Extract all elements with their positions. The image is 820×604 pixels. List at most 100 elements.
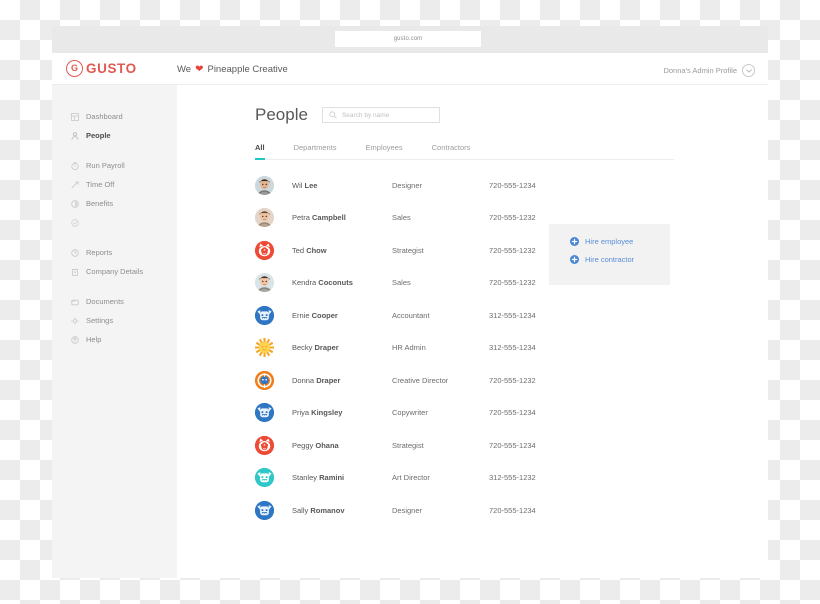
avatar [255,370,274,390]
table-row[interactable]: Priya Kingsley Copywriter 720-555-1234 [255,397,674,430]
person-name: Sally Romanov [292,505,345,515]
sidebar-item-label: Help [86,335,102,344]
avatar [255,175,274,195]
sidebar-group-main: Dashboard People [52,107,177,145]
hire-employee-button[interactable]: Hire employee [570,237,670,246]
sidebar-item-label: Reports [86,248,113,257]
benefits-icon [70,199,79,208]
sidebar-item-dashboard[interactable]: Dashboard [52,107,177,126]
sidebar-item-label: Time Off [86,180,115,189]
browser-chrome-bar: gusto.com [52,26,768,53]
gusto-logo[interactable]: G GUSTO [66,60,137,77]
table-row[interactable]: Wil Lee Designer 720-555-1234 [255,169,674,202]
person-role: Designer [392,180,423,190]
sidebar-item-reports[interactable]: Reports [52,243,177,262]
person-role: Strategist [392,440,424,450]
person-role: Strategist [392,245,424,255]
person-name: Donna Draper [292,375,341,385]
heart-icon: ❤ [195,63,204,75]
person-icon [70,131,79,140]
search-placeholder: Search by name [341,111,390,119]
person-name: Stanley Ramini [292,473,345,483]
table-row[interactable]: Donna Draper Creative Director 720-555-123… [255,364,674,397]
avatar [255,273,274,293]
person-name: Wil Lee [292,180,318,190]
sidebar-group-payroll: Run Payroll Time Off Benefits [52,156,177,232]
person-role: Designer [392,505,423,515]
sidebar-item-extra[interactable] [52,213,177,232]
sidebar-item-label: Benefits [86,199,114,208]
avatar [255,468,274,488]
avatar [255,500,274,520]
company-banner: We ❤ Pineapple Creative [177,64,288,75]
avatar [255,240,274,260]
dashboard-icon [70,112,79,121]
url-bar[interactable]: gusto.com [335,31,481,47]
company-prefix: We [177,64,192,75]
sidebar-item-label: Company Details [86,267,144,276]
sidebar-item-help[interactable]: Help [52,330,177,349]
app-body: Dashboard People Run Payroll Time Off Be… [52,85,768,578]
time-off-icon [70,180,79,189]
person-name: Ted Chow [292,245,327,255]
table-row[interactable]: Ernie Cooper Accountant 312-555-1234 [255,299,674,332]
hire-contractor-label: Hire contractor [585,255,635,264]
sidebar-item-label: Settings [86,316,114,325]
person-phone: 720-555-1234 [489,440,536,450]
search-input[interactable]: Search by name [321,107,440,123]
person-phone: 720-555-1234 [489,408,536,418]
person-role: Accountant [392,310,430,320]
sidebar-item-time-off[interactable]: Time Off [52,175,177,194]
sidebar-group-misc: Documents Settings Help [52,292,177,349]
person-phone: 312-555-1234 [489,343,536,353]
payroll-icon [70,161,79,170]
tab-employees[interactable]: Employees [366,143,403,160]
people-list: Wil Lee Designer 720-555-1234 Petra Campbel… [255,169,674,527]
people-tabs: All Departments Employees Contractors [255,143,674,160]
sidebar-item-settings[interactable]: Settings [52,311,177,330]
sidebar-item-label: Run Payroll [86,161,125,170]
tab-contractors[interactable]: Contractors [432,143,471,160]
avatar [255,403,274,423]
avatar [255,208,274,228]
person-name: Petra Campbell [292,213,346,223]
company-name: Pineapple Creative [207,64,288,75]
sidebar-item-people[interactable]: People [52,126,177,145]
sidebar-item-documents[interactable]: Documents [52,292,177,311]
avatar [255,435,274,455]
table-row[interactable]: Stanley Ramini Art Director 312-555-1232 [255,462,674,495]
person-phone: 312-555-1232 [489,473,536,483]
hire-contractor-button[interactable]: Hire contractor [570,255,670,264]
plus-circle-icon [570,255,579,264]
person-role: Sales [392,278,411,288]
admin-profile-menu[interactable]: Donna's Admin Profile [663,64,755,77]
chevron-down-icon [742,64,755,77]
tab-all[interactable]: All [255,143,265,160]
table-row[interactable]: Sally Romanov Designer 720-555-1234 [255,494,674,527]
person-phone: 312-555-1234 [489,310,536,320]
sidebar-item-run-payroll[interactable]: Run Payroll [52,156,177,175]
sidebar-item-company-details[interactable]: Company Details [52,262,177,281]
sidebar-item-label: Documents [86,297,124,306]
table-row[interactable]: Becky Draper HR Admin 312-555-1234 [255,332,674,365]
plus-circle-icon [570,237,579,246]
reports-icon [70,248,79,257]
sidebar: Dashboard People Run Payroll Time Off Be… [52,85,177,578]
sidebar-item-label: People [86,131,111,140]
person-phone: 720-555-1232 [489,245,536,255]
person-name: Ernie Cooper [292,310,338,320]
tab-departments[interactable]: Departments [294,143,337,160]
table-row[interactable]: Peggy Ohana Strategist 720-555-1234 [255,429,674,462]
person-name: Becky Draper [292,343,339,353]
sidebar-item-benefits[interactable]: Benefits [52,194,177,213]
sidebar-group-reports: Reports Company Details [52,243,177,281]
help-icon [70,335,79,344]
url-text: gusto.com [393,36,423,42]
gear-icon [70,316,79,325]
person-role: Creative Director [392,375,449,385]
person-role: Sales [392,213,411,223]
check-circle-icon [70,218,79,227]
app-top-bar: G GUSTO We ❤ Pineapple Creative Donna's … [52,53,768,85]
sidebar-item-label: Dashboard [86,112,123,121]
main-content: People Search by name All Departments Em… [177,85,768,578]
